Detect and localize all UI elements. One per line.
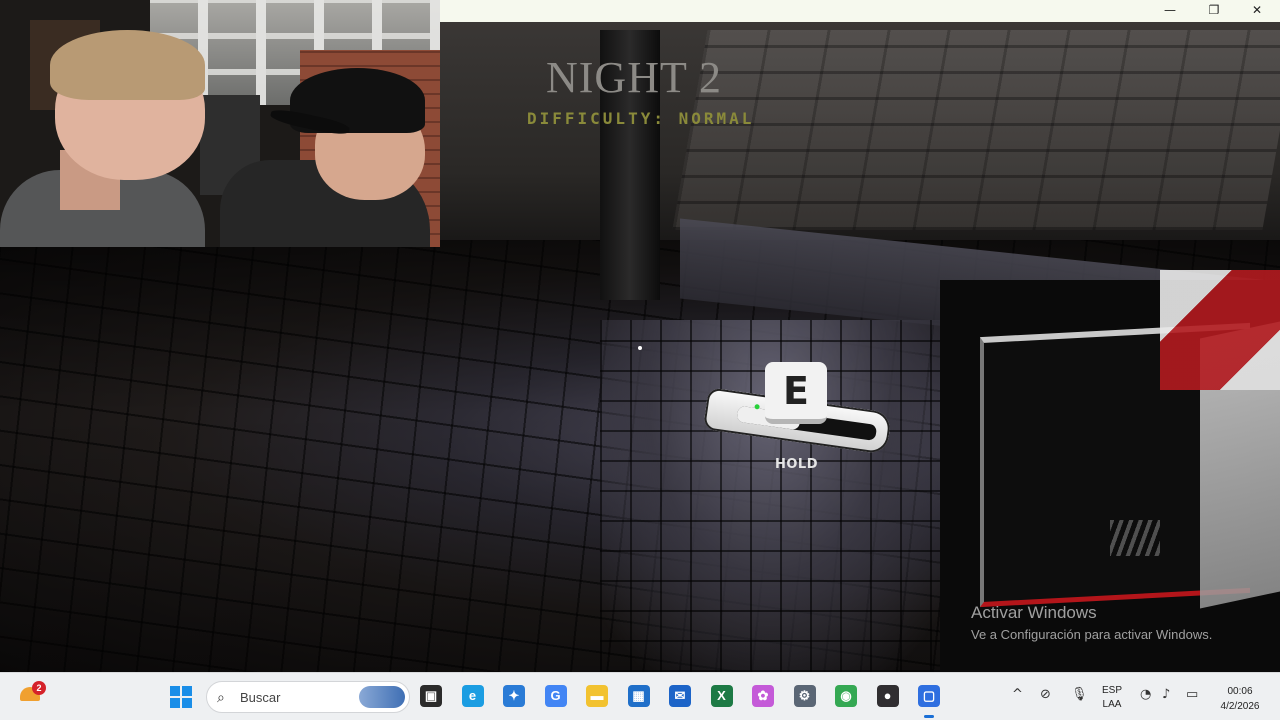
activation-watermark: Activar Windows Ve a Configuración para … [971, 603, 1212, 642]
google-icon[interactable]: G [544, 685, 567, 707]
microphone-icon[interactable]: 🎙 [1071, 687, 1088, 702]
obs-icon[interactable]: ● [876, 685, 899, 707]
wifi-icon[interactable]: ◔ [1140, 687, 1151, 702]
crate-lid [1160, 270, 1280, 390]
tray-chevron-icon[interactable]: ^ [1012, 687, 1023, 702]
taskbar-search[interactable]: ⌕ Buscar [206, 681, 410, 713]
windows-start-icon[interactable] [170, 686, 192, 708]
volume-icon[interactable]: ♪ [1162, 687, 1170, 702]
clock-date: 4/2/2026 [1220, 701, 1260, 712]
taskbar: 2 ⌕ Buscar ▣ e ✦ G ▬ ▦ ✉ X ✿ ⚙ ◉ ● ▢ ^ ⊘ 🎙 ESP LAA ◔… [0, 672, 1280, 720]
copilot-icon[interactable]: ✿ [752, 685, 774, 707]
file-explorer-icon[interactable]: ▬ [586, 685, 608, 707]
watermark-subtitle: Ve a Configuración para activar Windows. [971, 627, 1213, 642]
brand-logo [1110, 520, 1160, 556]
weather-widget[interactable]: 2 [18, 681, 46, 709]
edge-icon[interactable]: e [461, 685, 484, 707]
crosshair [638, 346, 642, 350]
language-indicator[interactable]: ESP LAA [1102, 684, 1122, 712]
minimize-button[interactable]: — [1148, 0, 1192, 22]
weather-badge: 2 [32, 681, 46, 695]
settings-icon[interactable]: ⚙ [793, 685, 816, 707]
webcam-overlay [0, 0, 440, 247]
close-button[interactable]: ✕ [1235, 0, 1279, 22]
chrome-icon[interactable]: ◉ [835, 685, 857, 707]
difficulty-label: DIFFICULTY: NORMAL [527, 109, 755, 128]
active-app-icon[interactable]: ▢ [918, 685, 940, 718]
search-placeholder: Buscar [240, 690, 281, 705]
store-app-icon[interactable]: ✦ [503, 685, 525, 707]
microsoft-store-icon[interactable]: ▦ [627, 685, 650, 707]
watermark-title: Activar Windows [971, 603, 1097, 622]
outlook-icon[interactable]: ✉ [669, 685, 691, 707]
task-view-icon[interactable]: ▣ [420, 685, 442, 707]
hold-label: HOLD [775, 457, 819, 472]
window-titlebar[interactable]: — ❐ ✕ [440, 0, 1280, 22]
clock-time: 00:06 [1227, 686, 1253, 697]
ceiling-bricks [672, 30, 1280, 230]
key-e-icon: E [765, 362, 827, 424]
webcam-person-cap [220, 60, 440, 247]
network-off-icon[interactable]: ⊘ [1040, 687, 1051, 702]
night-title: NIGHT 2 [546, 53, 723, 102]
restore-button[interactable]: ❐ [1192, 0, 1236, 22]
search-icon: ⌕ [217, 689, 225, 705]
webcam-person-blond [0, 20, 215, 247]
search-highlight-icon [359, 686, 405, 708]
flashlight-pickup-prompt[interactable]: E HOLD [702, 362, 895, 477]
battery-icon[interactable]: ▭ [1186, 687, 1198, 702]
clock[interactable]: 00:06 4/2/2026 [1212, 684, 1268, 714]
excel-icon[interactable]: X [710, 685, 733, 707]
